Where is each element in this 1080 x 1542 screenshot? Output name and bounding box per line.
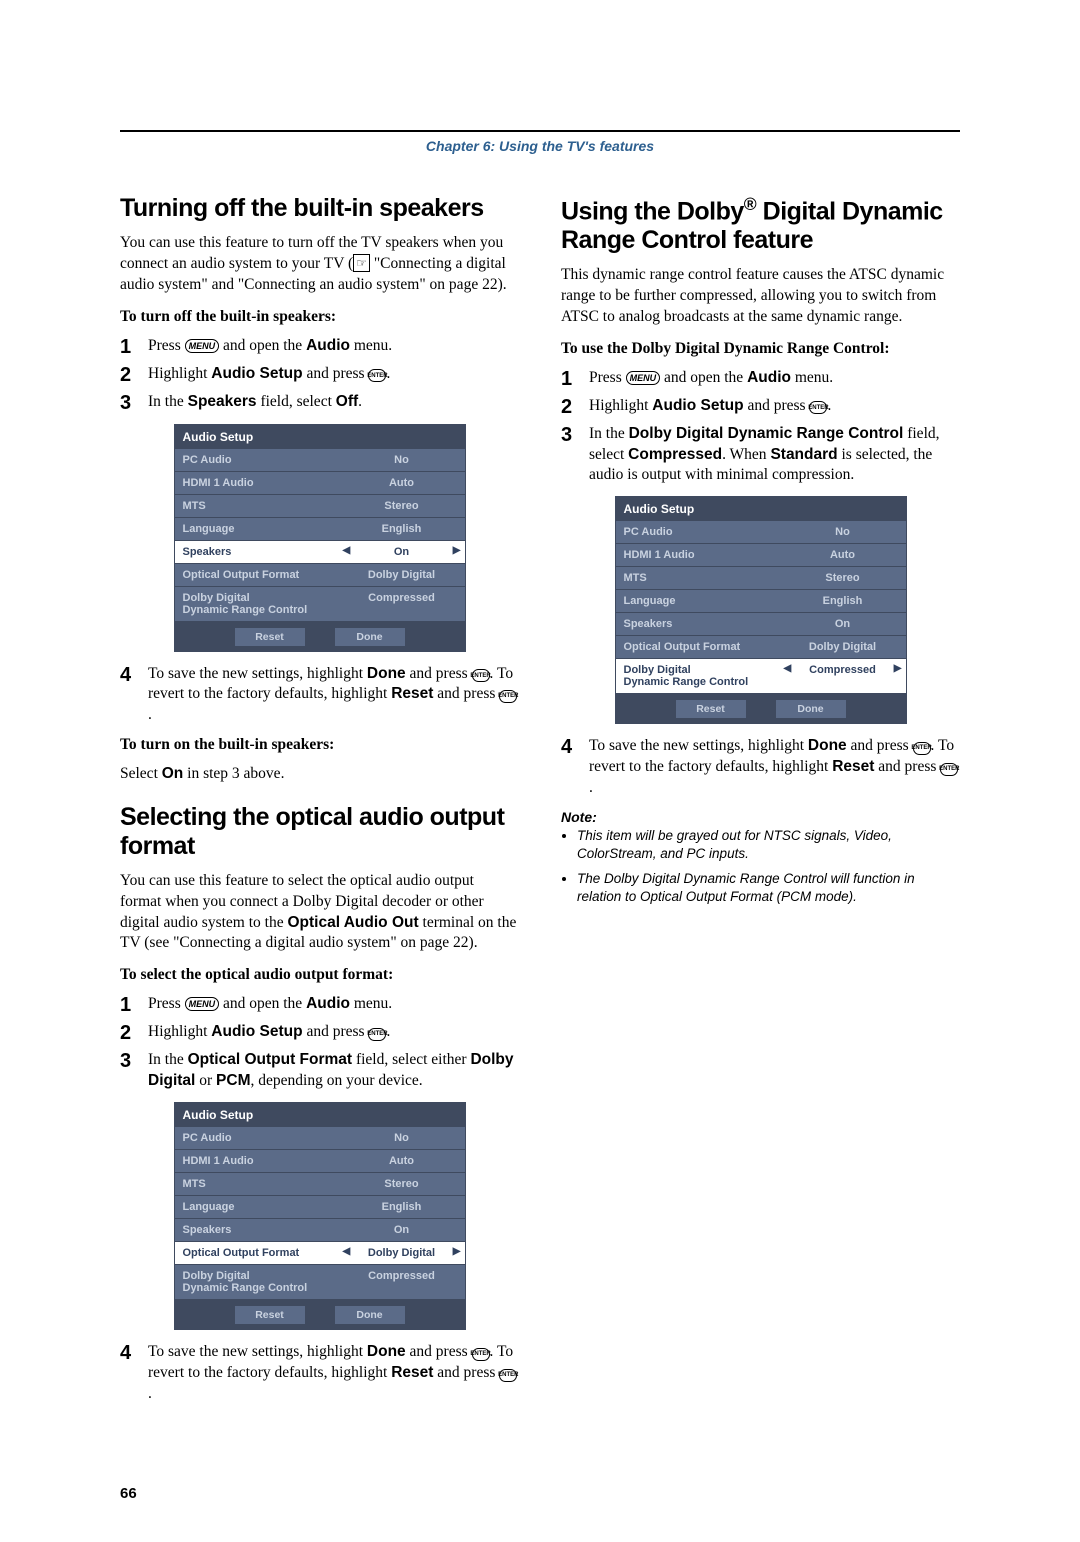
menu-icon: MENU (626, 371, 661, 385)
enter-icon: ENTER (499, 1369, 517, 1382)
enter-icon: ENTER (472, 1348, 490, 1361)
pointer-icon: ☞ (353, 254, 370, 272)
dolby-step-1: 1 Press MENU and open the Audio menu. (561, 368, 960, 390)
audio-setup-panel-speakers: Audio Setup PC AudioNo HDMI 1 AudioAuto … (174, 424, 466, 652)
step-2: 2 Highlight Audio Setup and press ENTER. (120, 364, 519, 386)
note-heading: Note: (561, 809, 960, 825)
enter-icon: ENTER (368, 369, 386, 382)
audio-setup-panel-optical: Audio Setup PC AudioNo HDMI 1 AudioAuto … (174, 1102, 466, 1330)
subhead-select-optical: To select the optical audio output forma… (120, 966, 519, 984)
subhead-turn-on: To turn on the built-in speakers: (120, 736, 519, 754)
heading-optical: Selecting the optical audio output forma… (120, 803, 519, 861)
done-button: Done (335, 628, 405, 646)
chapter-header: Chapter 6: Using the TV's features (120, 138, 960, 154)
arrow-right-icon: ▶ (894, 663, 902, 674)
audio-setup-panel-dolby: Audio Setup PC AudioNo HDMI 1 AudioAuto … (615, 496, 907, 724)
dolby-step-2: 2 Highlight Audio Setup and press ENTER. (561, 396, 960, 418)
done-button: Done (776, 700, 846, 718)
turn-on-line: Select On in step 3 above. (120, 764, 519, 785)
reset-button: Reset (235, 628, 305, 646)
arrow-left-icon: ◀ (784, 663, 792, 674)
arrow-right-icon: ▶ (453, 1246, 461, 1257)
dolby-step-4: 4 To save the new settings, highlight Do… (561, 736, 960, 799)
intro-dolby: This dynamic range control feature cause… (561, 265, 960, 328)
intro-optical: You can use this feature to select the o… (120, 871, 519, 955)
done-button: Done (335, 1306, 405, 1324)
enter-icon: ENTER (809, 401, 827, 414)
enter-icon: ENTER (499, 690, 517, 703)
page-number: 66 (120, 1485, 960, 1502)
opt-step-3: 3 In the Optical Output Format field, se… (120, 1050, 519, 1092)
arrow-left-icon: ◀ (343, 545, 351, 556)
enter-icon: ENTER (368, 1028, 386, 1041)
enter-icon: ENTER (913, 742, 931, 755)
reset-button: Reset (235, 1306, 305, 1324)
heading-dolby: Using the Dolby® Digital Dynamic Range C… (561, 194, 960, 255)
step-1: 1 Press MENU and open the Audio menu. (120, 336, 519, 358)
menu-icon: MENU (185, 997, 220, 1011)
note-list: This item will be grayed out for NTSC si… (561, 827, 960, 906)
step-3: 3 In the Speakers field, select Off. (120, 392, 519, 414)
enter-icon: ENTER (472, 669, 490, 682)
arrow-left-icon: ◀ (343, 1246, 351, 1257)
dolby-step-3: 3 In the Dolby Digital Dynamic Range Con… (561, 424, 960, 487)
arrow-right-icon: ▶ (453, 545, 461, 556)
step-4: 4 To save the new settings, highlight Do… (120, 664, 519, 727)
enter-icon: ENTER (940, 763, 958, 776)
reset-button: Reset (676, 700, 746, 718)
subhead-turn-off: To turn off the built-in speakers: (120, 308, 519, 326)
opt-step-2: 2 Highlight Audio Setup and press ENTER. (120, 1022, 519, 1044)
intro-speakers: You can use this feature to turn off the… (120, 233, 519, 296)
opt-step-1: 1 Press MENU and open the Audio menu. (120, 994, 519, 1016)
subhead-dolby: To use the Dolby Digital Dynamic Range C… (561, 340, 960, 358)
opt-step-4: 4 To save the new settings, highlight Do… (120, 1342, 519, 1405)
heading-speakers: Turning off the built-in speakers (120, 194, 519, 223)
menu-icon: MENU (185, 339, 220, 353)
